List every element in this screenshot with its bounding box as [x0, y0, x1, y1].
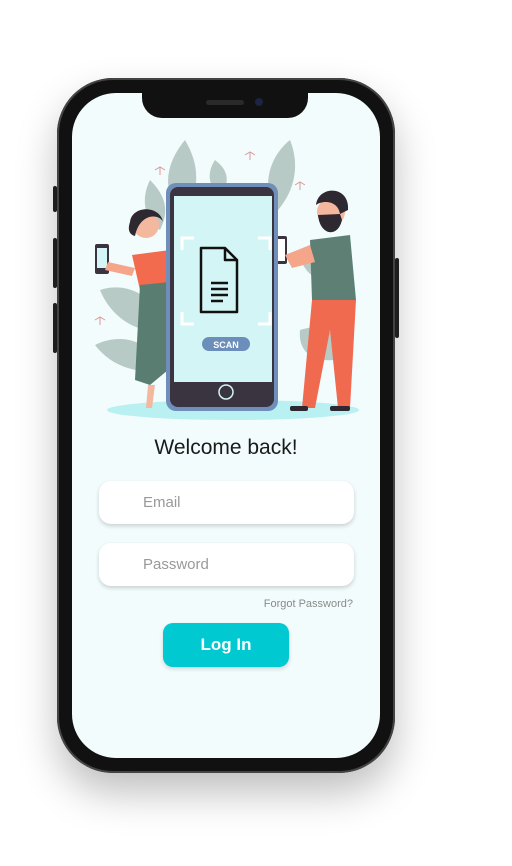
big-phone: SCAN — [166, 183, 278, 411]
forgot-password-link[interactable]: Forgot Password? — [264, 598, 353, 610]
scan-illustration: SCAN — [94, 140, 359, 420]
email-input[interactable]: Email — [99, 481, 354, 524]
man-figure — [273, 190, 356, 411]
password-input[interactable]: Password — [99, 543, 354, 586]
welcome-title: Welcome back! — [154, 436, 298, 459]
login-button[interactable]: Log In — [163, 623, 289, 667]
scan-label: SCAN — [213, 340, 239, 350]
